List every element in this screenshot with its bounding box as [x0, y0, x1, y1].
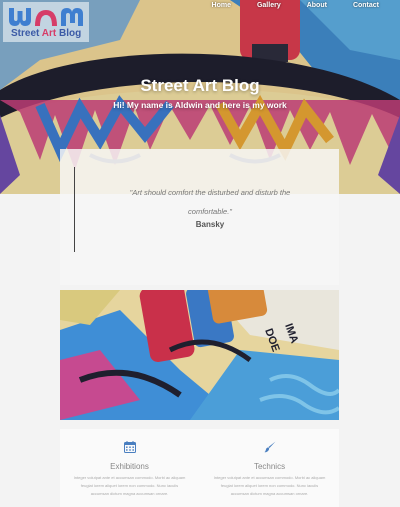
- feature-card-exhibitions: Exhibitions Integer volutpat ante et acc…: [60, 429, 199, 498]
- feature-description: Integer volutpat ante et accumsan commod…: [213, 475, 326, 496]
- nav-item-gallery[interactable]: Gallery: [244, 2, 294, 9]
- logo-mark: [9, 8, 83, 26]
- nav-item-contact[interactable]: Contact: [340, 2, 392, 9]
- nav-item-home[interactable]: Home: [199, 2, 244, 9]
- site-logo[interactable]: Street Art Blog: [3, 2, 89, 42]
- feature-image: DOE IMA: [60, 290, 339, 420]
- quote-divider: [74, 167, 75, 252]
- feature-title: Exhibitions: [110, 462, 149, 471]
- features-section: Exhibitions Integer volutpat ante et acc…: [60, 429, 339, 507]
- feature-title: Technics: [253, 462, 286, 471]
- feature-description: Integer volutpat ante et accumsan commod…: [73, 475, 186, 496]
- logo-text: Street Art Blog: [11, 28, 82, 39]
- hero-subtitle: Hi! My name is Aldwin and here is my wor…: [113, 100, 287, 110]
- feature-graffiti-image: DOE IMA: [60, 290, 339, 420]
- quote-card: "Art should comfort the disturbed and di…: [60, 149, 339, 285]
- quote-text: "Art should comfort the disturbed and di…: [129, 188, 291, 216]
- quote-author: Bansky: [195, 220, 225, 229]
- calendar-icon: [123, 441, 136, 453]
- hero-title: Street Art Blog: [140, 76, 260, 95]
- feature-card-technics: Technics Integer volutpat ante et accums…: [200, 429, 339, 498]
- nav-item-about[interactable]: About: [294, 2, 340, 9]
- main-nav: Home Gallery About Contact: [199, 2, 392, 9]
- paintbrush-icon: [264, 441, 275, 453]
